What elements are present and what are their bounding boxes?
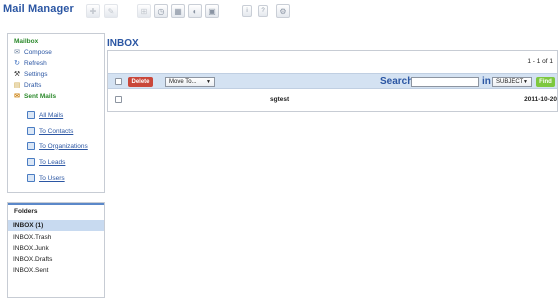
to-organizations-link[interactable]: To Organizations: [27, 141, 88, 151]
drafts-label: Drafts: [24, 82, 42, 89]
settings-icon[interactable]: ⚙: [276, 4, 290, 18]
search-field-select[interactable]: SUBJECT ▼: [492, 77, 532, 87]
table-row[interactable]: sgtest 2011-10-20: [108, 94, 557, 105]
mail-icon: [27, 127, 35, 135]
tag-icon[interactable]: ▣: [205, 4, 219, 18]
mail-list-panel: 1 - 1 of 1 Delete Move To... ▼ Search in…: [107, 50, 558, 112]
add-icon[interactable]: ✚: [86, 4, 100, 18]
mail-icon: [27, 142, 35, 150]
chat-icon[interactable]: ◐: [188, 4, 202, 18]
settings-link[interactable]: ⚒ Settings: [13, 70, 48, 79]
search-input[interactable]: [411, 77, 479, 87]
folder-drafts[interactable]: INBOX.Drafts: [8, 254, 104, 265]
mail-date: 2011-10-20: [524, 96, 557, 103]
find-button[interactable]: Find: [536, 77, 555, 87]
folder-trash[interactable]: INBOX.Trash: [8, 232, 104, 243]
move-to-select[interactable]: Move To... ▼: [165, 77, 215, 87]
folders-panel: Folders INBOX (1) INBOX.Trash INBOX.Junk…: [7, 202, 105, 298]
import-icon[interactable]: ⊞: [137, 4, 151, 18]
sent-mails-label: Sent Mails: [24, 93, 57, 100]
page-title: INBOX: [107, 38, 139, 49]
to-contacts-link[interactable]: To Contacts: [27, 126, 73, 136]
search-label: Search: [380, 76, 414, 87]
folder-icon: ✉: [14, 92, 20, 100]
clock-icon[interactable]: ◷: [154, 4, 168, 18]
folder-junk[interactable]: INBOX.Junk: [8, 243, 104, 254]
folders-title: Folders: [8, 203, 104, 217]
compose-icon: ✉: [14, 48, 20, 56]
mail-icon: [27, 158, 35, 166]
to-leads-link[interactable]: To Leads: [27, 157, 65, 167]
all-mails-link[interactable]: All Mails: [27, 110, 63, 120]
mailbox-header: Mailbox: [14, 38, 39, 45]
folder-inbox[interactable]: INBOX (1): [8, 220, 104, 231]
folder-sent[interactable]: INBOX.Sent: [8, 265, 104, 276]
chevron-down-icon: ▼: [523, 79, 528, 85]
edit-icon[interactable]: ✎: [104, 4, 118, 18]
drafts-link[interactable]: ▤ Drafts: [13, 81, 42, 90]
sent-mails-link[interactable]: ✉ Sent Mails: [13, 92, 56, 101]
help-icon[interactable]: ?: [258, 5, 268, 17]
top-bar: Mail Manager ✚ ✎ ⊞ ◷ ▦ ◐ ▣ i ? ⚙: [0, 0, 560, 26]
chevron-down-icon: ▼: [206, 79, 211, 85]
delete-button[interactable]: Delete: [128, 77, 153, 87]
pager: 1 - 1 of 1: [527, 58, 553, 65]
refresh-label: Refresh: [24, 60, 47, 67]
app-title: Mail Manager: [3, 3, 74, 15]
row-checkbox[interactable]: [115, 96, 122, 103]
calculator-icon[interactable]: ▦: [171, 4, 185, 18]
compose-label: Compose: [24, 49, 52, 56]
drafts-icon: ▤: [13, 81, 21, 89]
mail-icon: [27, 111, 35, 119]
mail-icon: [27, 174, 35, 182]
mail-toolbar: Delete Move To... ▼ Search in SUBJECT ▼ …: [108, 73, 557, 89]
mail-subject[interactable]: sgtest: [270, 96, 289, 103]
refresh-icon: ↻: [14, 59, 20, 67]
tools-icon: ⚒: [13, 70, 21, 78]
refresh-link[interactable]: ↻ Refresh: [13, 59, 47, 68]
info-icon[interactable]: i: [242, 5, 252, 17]
to-users-link[interactable]: To Users: [27, 173, 65, 183]
in-label: in: [482, 76, 491, 87]
select-all-checkbox[interactable]: [115, 78, 122, 85]
mailbox-panel: Mailbox ✉ Compose ↻ Refresh ⚒ Settings ▤…: [7, 33, 105, 193]
settings-label: Settings: [24, 71, 48, 78]
compose-link[interactable]: ✉ Compose: [13, 48, 52, 57]
